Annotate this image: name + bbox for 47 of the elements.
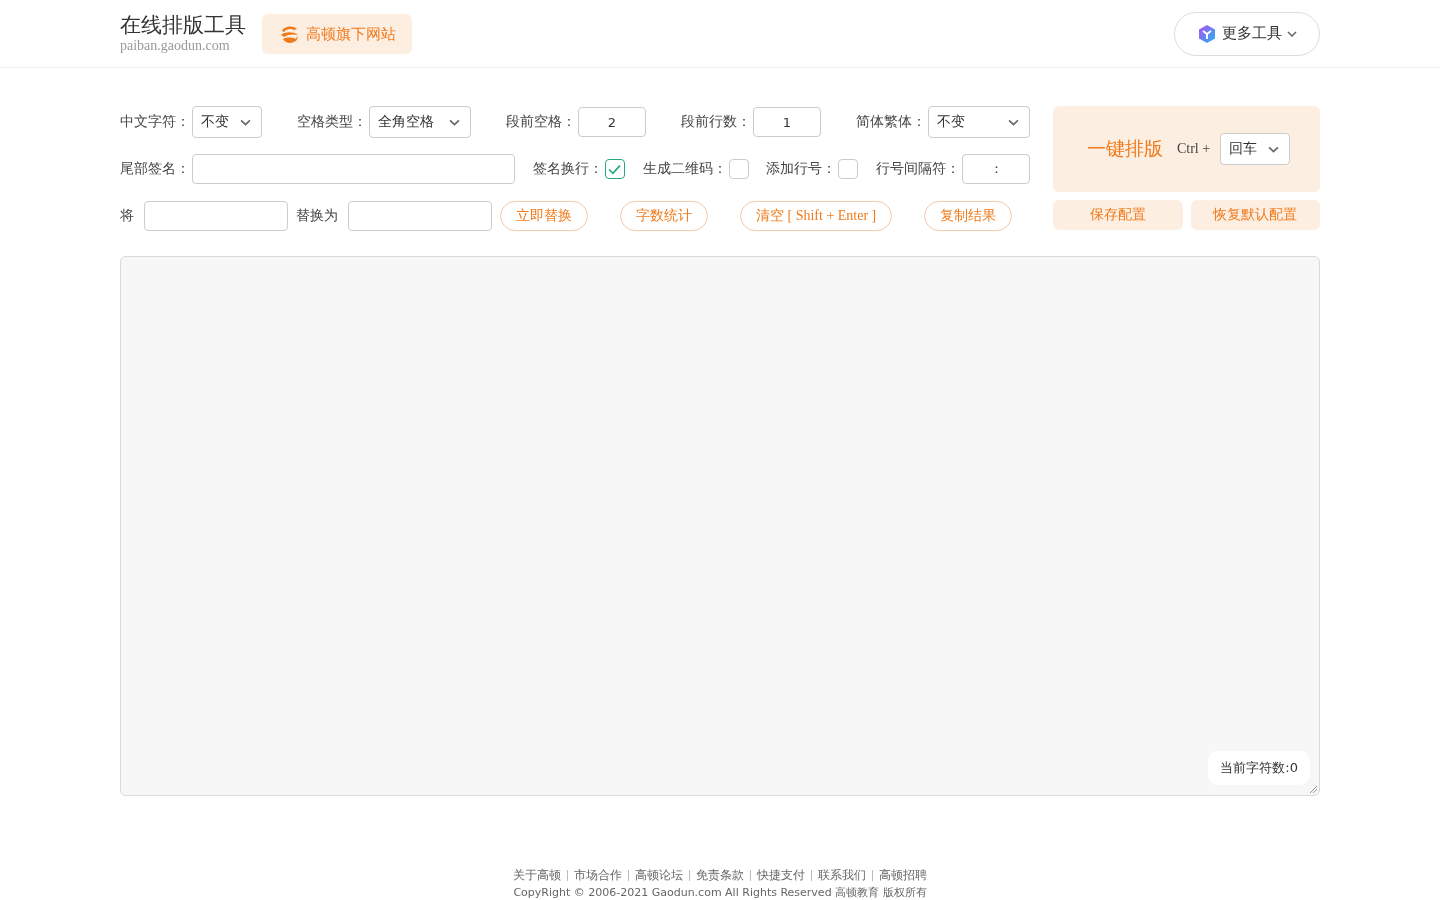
option-label: 行号间隔符： bbox=[876, 160, 960, 178]
resize-grip-icon[interactable] bbox=[1309, 785, 1317, 793]
input-field[interactable] bbox=[144, 201, 288, 231]
option-label: 尾部签名： bbox=[120, 160, 190, 178]
char-count: 当前字符数:0 bbox=[1208, 751, 1310, 785]
footer-link[interactable]: 免责条款 bbox=[696, 868, 744, 883]
chevron-down-icon bbox=[1287, 30, 1297, 37]
option-label: 添加行号： bbox=[766, 160, 837, 178]
option-label: 替换为 bbox=[296, 207, 338, 225]
checkbox[interactable] bbox=[728, 159, 749, 179]
input-field[interactable]: ： bbox=[962, 154, 1030, 184]
option-label: 简体繁体： bbox=[856, 113, 926, 131]
more-tools-button[interactable]: 更多工具 bbox=[1174, 11, 1320, 56]
chevron-down-icon bbox=[449, 118, 460, 126]
shortcut-label: Ctrl + bbox=[1176, 141, 1211, 157]
input-field[interactable]: 1 bbox=[753, 107, 821, 137]
site-title: 在线排版工具 bbox=[120, 11, 246, 38]
footer-link[interactable]: 高顿招聘 bbox=[879, 868, 927, 883]
input-field[interactable] bbox=[192, 154, 515, 184]
input-field[interactable]: 2 bbox=[578, 107, 646, 137]
chevron-down-icon bbox=[1008, 118, 1019, 126]
footer-link[interactable]: 联系我们 bbox=[818, 868, 866, 883]
input-field[interactable] bbox=[348, 201, 492, 231]
footer-link[interactable]: 快捷支付 bbox=[757, 868, 805, 883]
cube-icon bbox=[1197, 23, 1217, 44]
select-field[interactable]: 不变 bbox=[928, 106, 1030, 138]
footer-link[interactable]: 关于高顿 bbox=[513, 868, 561, 883]
option-label: 段前行数： bbox=[681, 113, 751, 131]
select-field[interactable]: 全角空格 bbox=[369, 106, 471, 138]
footer-link[interactable]: 高顿论坛 bbox=[635, 868, 683, 883]
option-label: 将 bbox=[120, 207, 134, 225]
option-label: 签名换行： bbox=[532, 160, 603, 178]
select-field[interactable]: 不变 bbox=[192, 106, 262, 138]
text-editor[interactable]: 当前字符数:0 bbox=[120, 256, 1320, 796]
key-select[interactable]: 回车 bbox=[1220, 133, 1291, 165]
check-icon bbox=[608, 163, 622, 175]
option-label: 段前空格： bbox=[506, 113, 576, 131]
checkbox[interactable] bbox=[604, 159, 625, 179]
chevron-down-icon bbox=[240, 118, 251, 126]
checkbox[interactable] bbox=[838, 159, 859, 179]
site-domain: paiban.gaodun.com bbox=[120, 37, 231, 54]
footer-link[interactable]: 市场合作 bbox=[574, 868, 622, 883]
chevron-down-icon bbox=[1268, 145, 1280, 153]
option-label: 中文字符： bbox=[120, 113, 190, 131]
option-label: 空格类型： bbox=[297, 113, 367, 131]
copyright-text: CopyRight © 2006-2021 Gaodun.com All Rights Reserved 高顿教育 版权所有 bbox=[513, 885, 927, 900]
option-label: 生成二维码： bbox=[642, 160, 727, 178]
